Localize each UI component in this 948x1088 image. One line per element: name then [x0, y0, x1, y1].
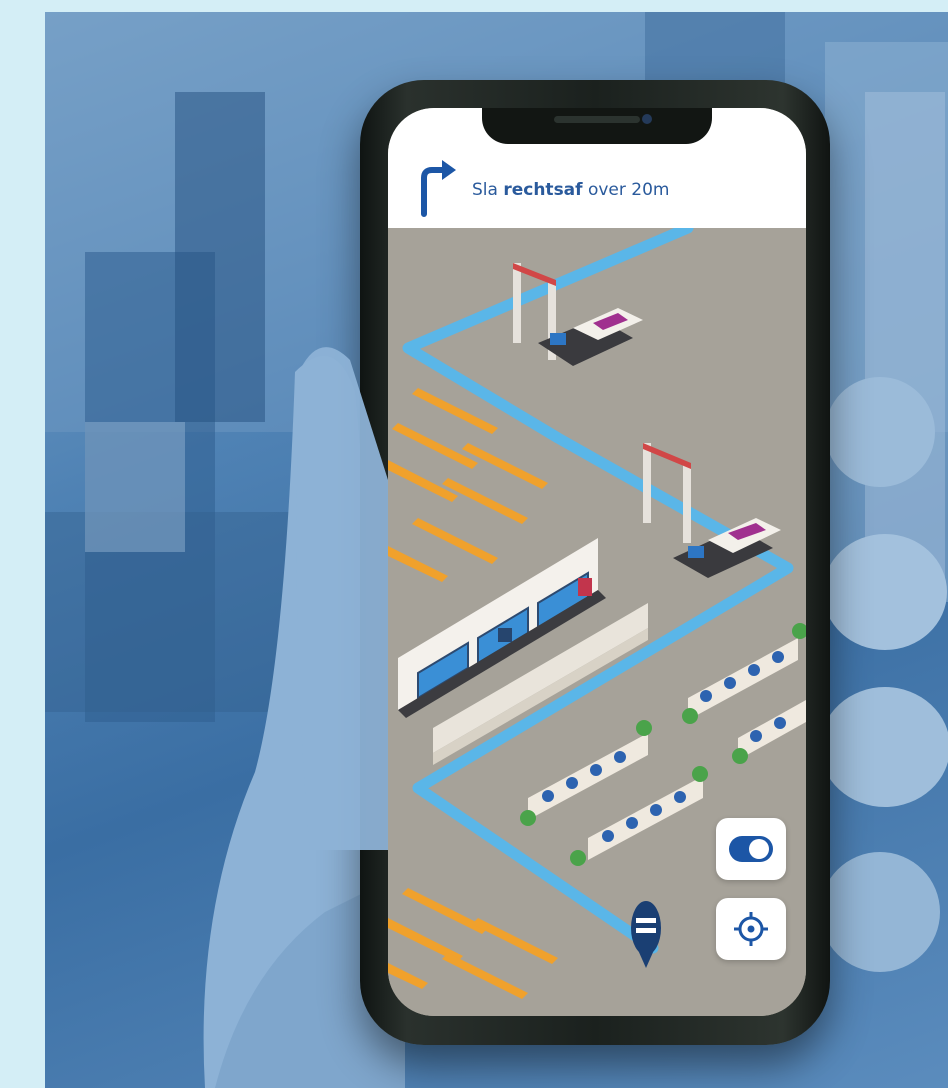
instruction-prefix: Sla	[472, 180, 504, 200]
front-camera	[642, 114, 652, 124]
phone-notch	[482, 108, 712, 144]
navigation-instruction: Sla rechtsaf over 20m	[472, 172, 669, 208]
turn-right-arrow-icon	[421, 160, 456, 217]
instruction-distance: over 20m	[582, 180, 670, 200]
toggle-knob	[749, 839, 769, 859]
map-toggle-button[interactable]	[716, 818, 786, 880]
toggle-switch-icon	[729, 836, 773, 862]
locate-me-button[interactable]	[716, 898, 786, 960]
instruction-direction: rechtsaf	[503, 180, 583, 200]
phone-screen: Sla rechtsaf over 20m	[388, 108, 806, 1016]
speaker-grille	[554, 116, 640, 123]
crosshair-locate-icon	[734, 912, 768, 946]
